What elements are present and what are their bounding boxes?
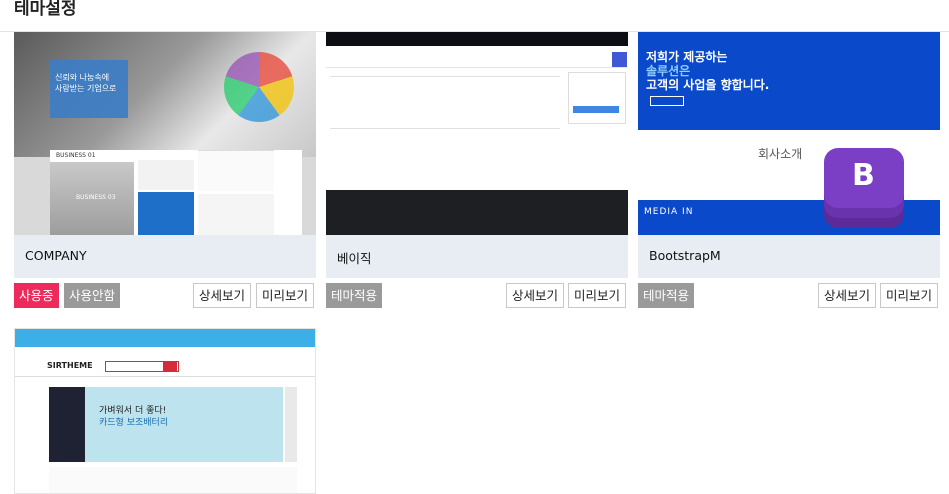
theme-card-sirtheme: SIRTHEME 가벼워서 더 좋다! 카드형 보조배터리 xyxy=(14,328,316,494)
theme-thumbnail-company[interactable]: 신뢰와 나눔속에 사랑받는 기업으로 BUSINESS 01 BUSINESS … xyxy=(14,32,316,235)
apply-theme-button[interactable]: 테마적용 xyxy=(638,283,695,308)
theme-name-bar: 베이직 xyxy=(326,235,628,278)
in-use-button[interactable]: 사용중 xyxy=(14,283,59,308)
thumb-section-label: BUSINESS 01 xyxy=(56,152,96,159)
preview-button[interactable]: 미리보기 xyxy=(880,283,939,308)
preview-button[interactable]: 미리보기 xyxy=(256,283,315,308)
thumb-promo-line2: 카드형 보조배터리 xyxy=(99,418,169,428)
detail-button[interactable]: 상세보기 xyxy=(506,283,565,308)
theme-thumbnail-sirtheme[interactable]: SIRTHEME 가벼워서 더 좋다! 카드형 보조배터리 xyxy=(14,328,316,494)
theme-name: BootstrapM xyxy=(649,248,721,263)
detail-button[interactable]: 상세보기 xyxy=(818,283,877,308)
unuse-button[interactable]: 사용안함 xyxy=(64,283,121,308)
theme-name-bar: BootstrapM xyxy=(638,235,940,278)
theme-name: COMPANY xyxy=(25,248,87,263)
thumb-section-title: 회사소개 xyxy=(758,147,803,161)
theme-thumbnail-bootstrapm[interactable]: 저희가 제공하는 솔루션은 고객의 사업을 향합니다. 회사소개 MEDIA I… xyxy=(638,32,940,235)
thumb-banner-line2: 사랑받는 기업으로 xyxy=(55,84,117,93)
page-title: 테마설정 xyxy=(14,0,77,19)
thumb-headline3: 고객의 사업을 향합니다. xyxy=(646,78,770,92)
theme-name-bar: COMPANY xyxy=(14,235,316,278)
thumb-section-label2: BUSINESS 03 xyxy=(76,194,116,201)
thumb-media-label: MEDIA IN xyxy=(644,207,694,217)
detail-button[interactable]: 상세보기 xyxy=(193,283,252,308)
preview-button[interactable]: 미리보기 xyxy=(568,283,627,308)
thumb-banner-line1: 신뢰와 나눔속에 xyxy=(55,73,110,82)
thumb-logo-text: SIRTHEME xyxy=(47,361,93,370)
apply-theme-button[interactable]: 테마적용 xyxy=(326,283,383,308)
theme-name: 베이직 xyxy=(337,251,372,266)
theme-thumbnail-basic[interactable] xyxy=(326,32,628,235)
thumb-logo-letter: B xyxy=(852,158,875,193)
